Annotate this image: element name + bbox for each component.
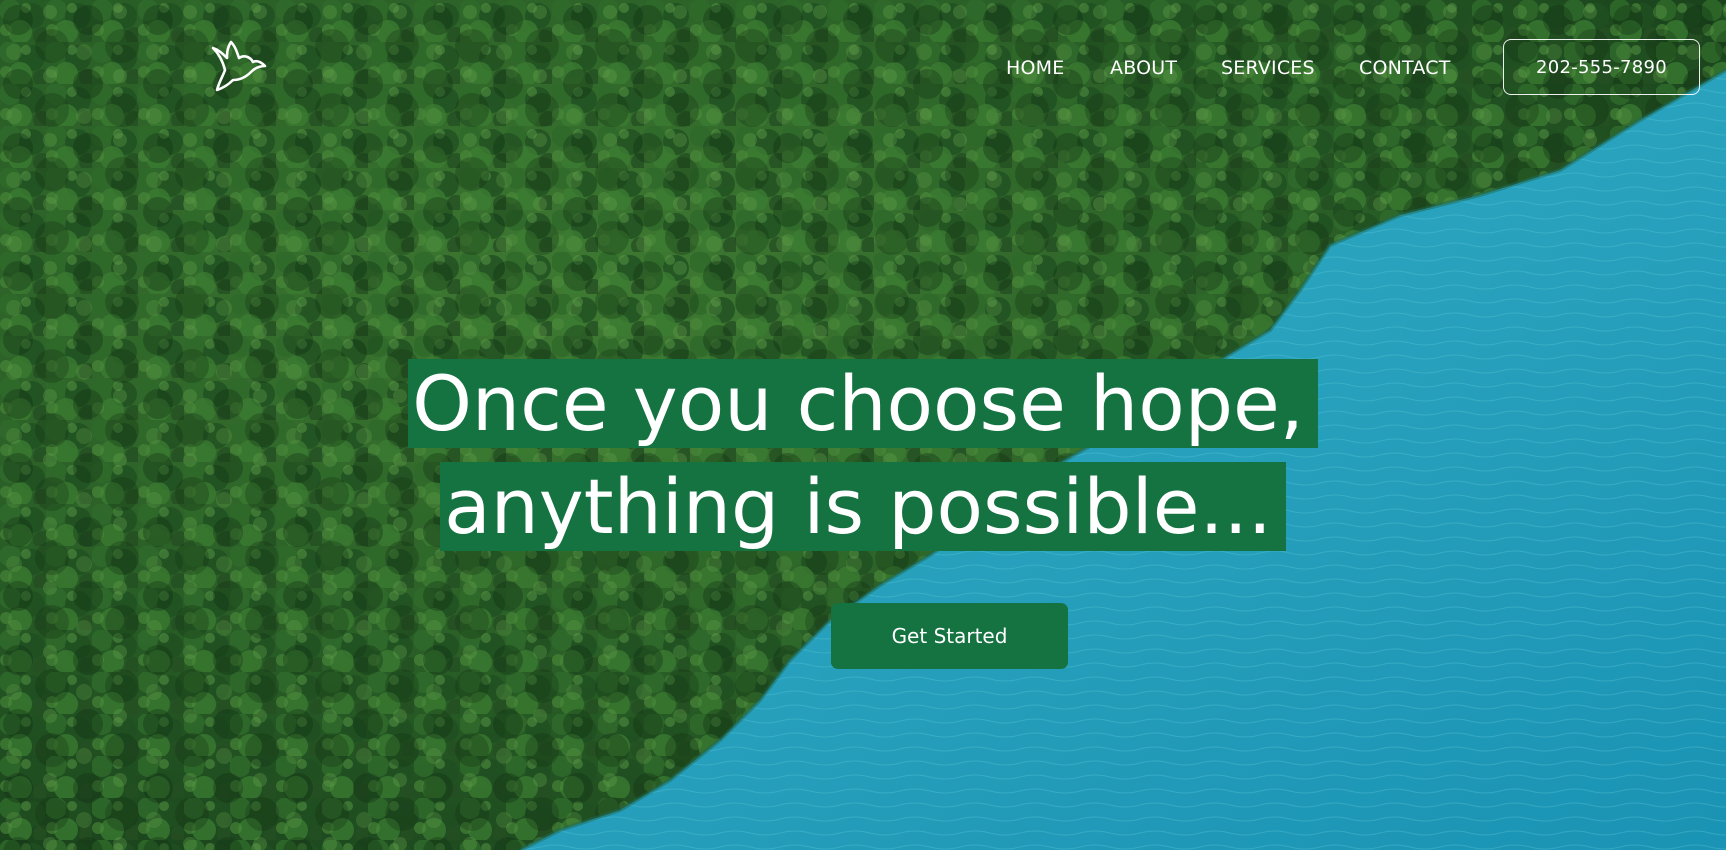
nav-link-home[interactable]: HOME (1006, 52, 1064, 84)
hero-section: HOME ABOUT SERVICES CONTACT 202-555-7890… (0, 0, 1726, 850)
phone-button[interactable]: 202-555-7890 (1503, 39, 1700, 95)
hero-headline-line-2: anything is possible... (440, 462, 1286, 551)
hero-headline-line-1: Once you choose hope, (408, 359, 1318, 448)
get-started-button[interactable]: Get Started (831, 603, 1068, 669)
nav-link-contact[interactable]: CONTACT (1359, 52, 1451, 84)
dove-icon[interactable] (205, 38, 269, 102)
nav-link-about[interactable]: ABOUT (1110, 52, 1177, 84)
hero-headline: Once you choose hope, anything is possibl… (0, 352, 1726, 558)
nav-link-services[interactable]: SERVICES (1221, 52, 1315, 84)
